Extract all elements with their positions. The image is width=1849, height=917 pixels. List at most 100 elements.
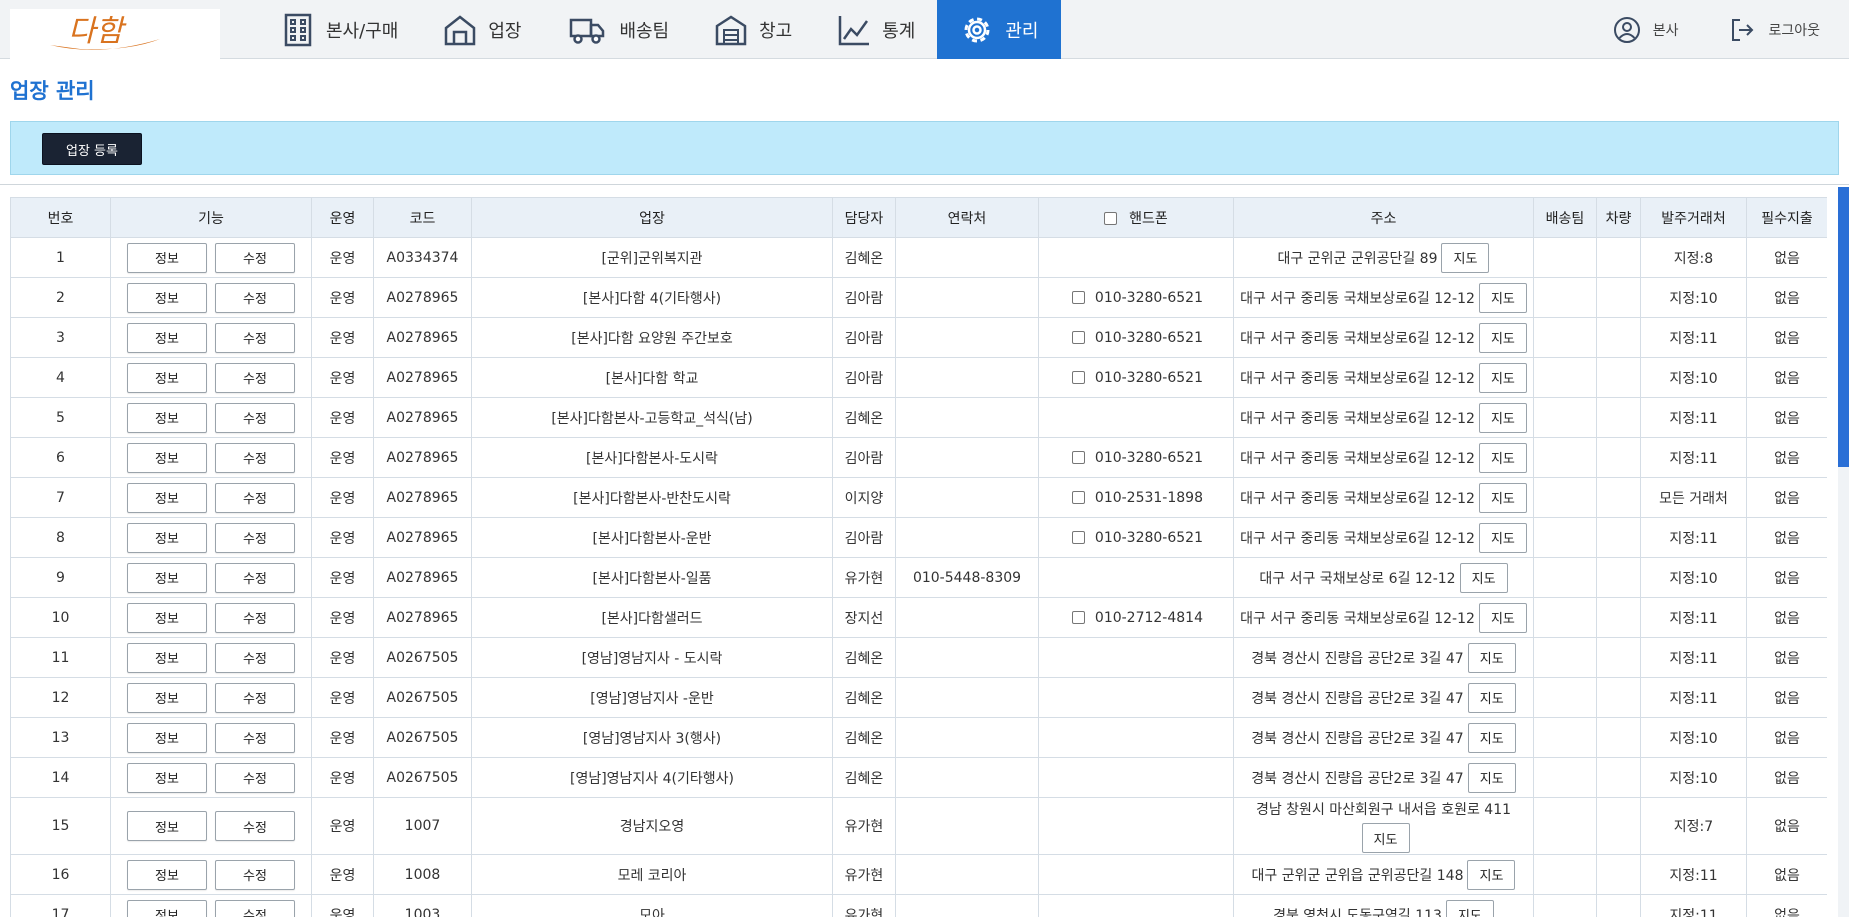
edit-button[interactable]: 수정	[215, 682, 295, 713]
edit-button[interactable]: 수정	[215, 642, 295, 673]
table-row: 10 정보 수정 운영 A0278965 [본사]다함샐러드 장지선 010-2712-481…	[10, 597, 1827, 638]
map-button[interactable]: 지도	[1478, 402, 1527, 433]
info-button[interactable]: 정보	[127, 762, 207, 793]
map-button[interactable]: 지도	[1478, 362, 1527, 393]
phone-select-checkbox[interactable]	[1071, 371, 1085, 384]
phone-select-checkbox[interactable]	[1071, 531, 1085, 544]
nav-item-stats[interactable]: 통계	[814, 0, 937, 59]
info-button[interactable]: 정보	[127, 811, 207, 841]
phone-select-checkbox[interactable]	[1071, 491, 1085, 504]
cell-status: 운영	[311, 557, 374, 598]
phone-select-checkbox[interactable]	[1071, 331, 1085, 344]
edit-button[interactable]: 수정	[215, 282, 295, 313]
nav-item-label: 배송팀	[619, 20, 670, 42]
scrollbar-thumb[interactable]	[1838, 187, 1849, 467]
nav-item-hq[interactable]: 본사/구매	[258, 0, 420, 59]
map-button[interactable]: 지도	[1361, 823, 1410, 853]
map-button[interactable]: 지도	[1478, 442, 1527, 473]
info-button[interactable]: 정보	[127, 859, 207, 890]
info-button[interactable]: 정보	[127, 402, 207, 433]
map-button[interactable]: 지도	[1441, 242, 1490, 273]
info-button[interactable]: 정보	[127, 562, 207, 593]
nav-item-store[interactable]: 업장	[420, 0, 543, 59]
edit-button[interactable]: 수정	[215, 602, 295, 633]
map-button[interactable]: 지도	[1459, 562, 1508, 593]
map-button[interactable]: 지도	[1478, 602, 1527, 633]
phone-select-checkbox[interactable]	[1071, 611, 1085, 624]
map-button[interactable]: 지도	[1467, 682, 1516, 713]
cell-team	[1533, 597, 1597, 638]
info-button[interactable]: 정보	[127, 322, 207, 353]
info-button[interactable]: 정보	[127, 442, 207, 473]
info-button[interactable]: 정보	[127, 282, 207, 313]
info-button[interactable]: 정보	[127, 642, 207, 673]
cell-status: 운영	[311, 677, 374, 718]
col-header-function: 기능	[110, 197, 312, 238]
edit-button[interactable]: 수정	[215, 811, 295, 841]
cell-no: 12	[10, 677, 111, 718]
nav-item-admin[interactable]: 관리	[937, 0, 1061, 59]
logout-link[interactable]: 로그아웃	[1728, 16, 1820, 44]
col-header-vendor: 발주거래처	[1640, 197, 1747, 238]
info-button[interactable]: 정보	[127, 682, 207, 713]
map-button[interactable]: 지도	[1478, 282, 1527, 313]
info-button[interactable]: 정보	[127, 899, 207, 917]
info-button[interactable]: 정보	[127, 522, 207, 553]
col-header-store: 업장	[471, 197, 833, 238]
cell-vehicle	[1596, 894, 1641, 917]
col-header-status: 운영	[311, 197, 374, 238]
address-text: 경북 경산시 진량읍 공단2로 3길 47	[1251, 690, 1464, 707]
edit-button[interactable]: 수정	[215, 562, 295, 593]
user-profile-link[interactable]: 본사	[1613, 16, 1678, 44]
table-row: 2 정보 수정 운영 A0278965 [본사]다함 4(기타행사) 김아람 010-3280…	[10, 277, 1827, 318]
edit-button[interactable]: 수정	[215, 362, 295, 393]
cell-contact	[895, 277, 1039, 318]
edit-button[interactable]: 수정	[215, 402, 295, 433]
map-button[interactable]: 지도	[1467, 859, 1516, 890]
edit-button[interactable]: 수정	[215, 899, 295, 917]
cell-no: 17	[10, 894, 111, 917]
map-button[interactable]: 지도	[1467, 722, 1516, 753]
cell-functions: 정보 수정	[110, 477, 312, 518]
col-header-code: 코드	[373, 197, 472, 238]
map-button[interactable]: 지도	[1478, 522, 1527, 553]
cell-required: 없음	[1746, 677, 1827, 718]
toolbar: 업장 등록	[10, 121, 1839, 175]
edit-button[interactable]: 수정	[215, 722, 295, 753]
cell-functions: 정보 수정	[110, 517, 312, 558]
store-icon	[445, 14, 476, 45]
cell-team	[1533, 397, 1597, 438]
edit-button[interactable]: 수정	[215, 762, 295, 793]
info-button[interactable]: 정보	[127, 722, 207, 753]
address-text: 대구 서구 중리동 국채보상로6길 12-12	[1240, 290, 1475, 307]
edit-button[interactable]: 수정	[215, 482, 295, 513]
cell-functions: 정보 수정	[110, 437, 312, 478]
cell-status: 운영	[311, 797, 374, 855]
phone-select-checkbox[interactable]	[1071, 451, 1085, 464]
register-store-button[interactable]: 업장 등록	[42, 133, 142, 165]
cell-functions: 정보 수정	[110, 237, 312, 278]
info-button[interactable]: 정보	[127, 362, 207, 393]
edit-button[interactable]: 수정	[215, 522, 295, 553]
phone-select-checkbox[interactable]	[1071, 291, 1085, 304]
map-button[interactable]: 지도	[1445, 899, 1494, 917]
map-button[interactable]: 지도	[1478, 322, 1527, 353]
logo[interactable]: 다함	[10, 9, 220, 59]
edit-button[interactable]: 수정	[215, 242, 295, 273]
edit-button[interactable]: 수정	[215, 442, 295, 473]
nav-item-warehouse[interactable]: 창고	[691, 0, 814, 59]
map-button[interactable]: 지도	[1467, 642, 1516, 673]
map-button[interactable]: 지도	[1467, 762, 1516, 793]
cell-phone-number: 010-3280-6521	[1094, 329, 1203, 346]
cell-store-name: 모아	[471, 894, 833, 917]
info-button[interactable]: 정보	[127, 602, 207, 633]
cell-no: 15	[10, 797, 111, 855]
nav-item-delivery[interactable]: 배송팀	[543, 0, 691, 59]
cell-vehicle	[1596, 717, 1641, 758]
select-all-phone-checkbox[interactable]	[1104, 212, 1118, 225]
map-button[interactable]: 지도	[1478, 482, 1527, 513]
edit-button[interactable]: 수정	[215, 859, 295, 890]
info-button[interactable]: 정보	[127, 242, 207, 273]
info-button[interactable]: 정보	[127, 482, 207, 513]
edit-button[interactable]: 수정	[215, 322, 295, 353]
